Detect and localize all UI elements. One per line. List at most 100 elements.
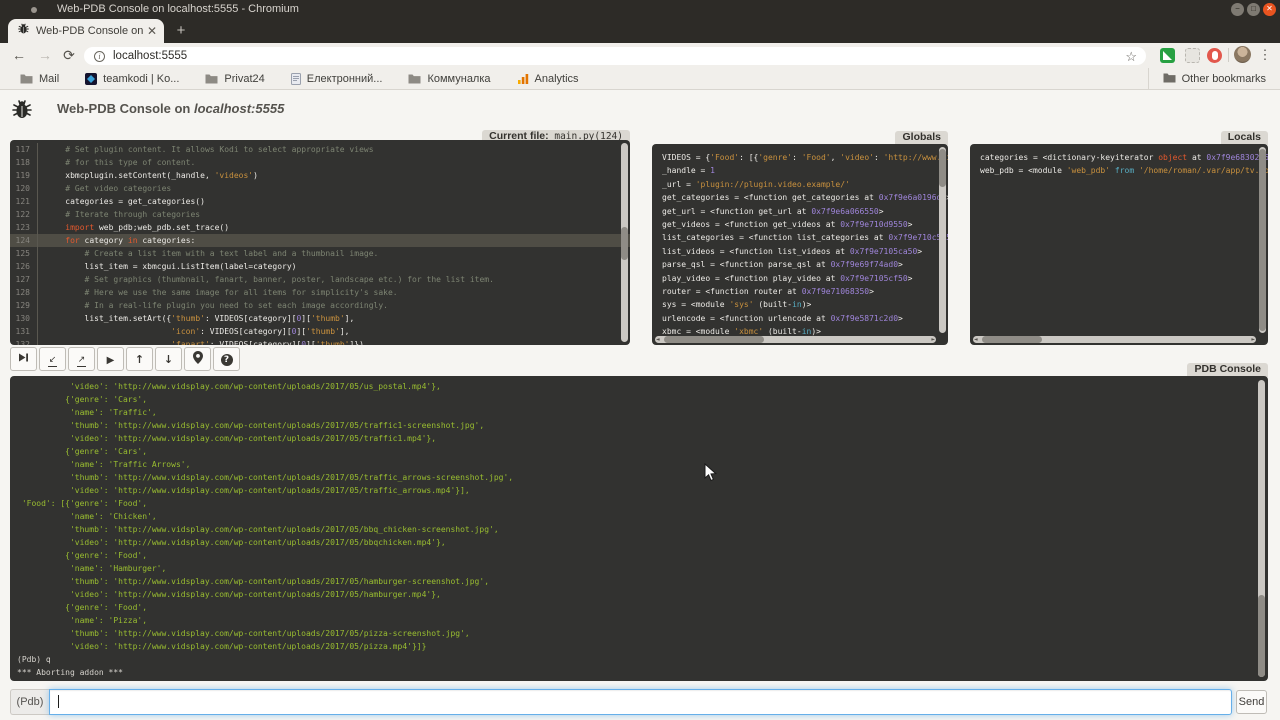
tab-title: Web-PDB Console on loca	[36, 25, 147, 37]
help-button[interactable]: ?	[213, 347, 240, 371]
return-button[interactable]: ↗	[68, 347, 95, 371]
other-bookmarks-button[interactable]: Other bookmarks	[1148, 68, 1266, 89]
console-line: 'Food': [{'genre': 'Food',	[17, 497, 1268, 510]
maximize-icon[interactable]: □	[1247, 3, 1260, 16]
variable-line: sys = <module 'sys' (built-in)>	[662, 298, 948, 311]
send-button[interactable]: Send	[1236, 690, 1267, 714]
play-icon: ▶	[107, 353, 115, 366]
step-into-icon: ↙	[48, 352, 58, 367]
continue-button[interactable]: ▶	[97, 347, 124, 371]
scrollbar-thumb[interactable]	[982, 336, 1042, 343]
bookmark-items: Mail teamkodi | Ko... Privat24 Електронний.…	[20, 73, 605, 85]
mouse-cursor	[704, 463, 717, 487]
locals-horizontal-scrollbar[interactable]: ◄ ►	[973, 336, 1256, 343]
bookmarks-bar: Mail teamkodi | Ko... Privat24 Електронний.…	[0, 68, 1280, 90]
scroll-right-icon[interactable]: ►	[931, 336, 935, 343]
console-line: 'name': 'Traffic Arrows',	[17, 458, 1268, 471]
extension-red-icon[interactable]	[1207, 48, 1222, 63]
bookmark-label: Електронний...	[307, 73, 383, 85]
down-button[interactable]: ↓	[155, 347, 182, 371]
console-line: 'video': 'http://www.vidsplay.com/wp-con…	[17, 484, 1268, 497]
tab-strip: Web-PDB Console on loca ✕ +	[0, 19, 1280, 43]
console-line: 'video': 'http://www.vidsplay.com/wp-con…	[17, 380, 1268, 393]
code-line: 118 # for this type of content.	[10, 156, 630, 169]
bookmark-item[interactable]: Mail	[20, 73, 59, 85]
site-info-icon[interactable]: i	[94, 51, 105, 62]
browser-tab[interactable]: Web-PDB Console on loca ✕	[8, 19, 164, 43]
bookmark-item[interactable]: Електронний...	[291, 73, 383, 85]
code-vertical-scrollbar[interactable]	[621, 143, 628, 342]
question-icon: ?	[221, 352, 233, 366]
step-button[interactable]: ↙	[39, 347, 66, 371]
globals-horizontal-scrollbar[interactable]: ◄ ►	[655, 336, 936, 343]
bookmark-item[interactable]: teamkodi | Ko...	[85, 73, 179, 85]
minimize-icon[interactable]: −	[1231, 3, 1244, 16]
extension-gray-icon[interactable]	[1185, 48, 1200, 63]
command-row: (Pdb) Send	[0, 689, 1280, 717]
code-line: 127 # Set graphics (thumbnail, fanart, b…	[10, 273, 630, 286]
where-button[interactable]	[184, 347, 211, 371]
console-vertical-scrollbar[interactable]	[1258, 380, 1265, 677]
console-line: 'video': 'http://www.vidsplay.com/wp-con…	[17, 640, 1268, 653]
locals-lines: categories = <dictionary-keyiterator obj…	[970, 144, 1268, 178]
scroll-left-icon[interactable]: ◄	[974, 336, 978, 343]
globals-panel: Globals VIDEOS = {'Food': [{'genre': 'Fo…	[652, 144, 948, 345]
up-button[interactable]: ↑	[126, 347, 153, 371]
console-line: 'name': 'Pizza',	[17, 614, 1268, 627]
globals-vertical-scrollbar[interactable]	[939, 147, 946, 333]
scrollbar-thumb[interactable]	[621, 227, 628, 261]
forward-icon[interactable]: →	[36, 46, 54, 64]
bookmark-star-icon[interactable]: ☆	[1125, 50, 1137, 63]
close-icon[interactable]: ✕	[1263, 3, 1276, 16]
code-line: 132 'fanart': VIDEOS[category][0]['thumb…	[10, 338, 630, 345]
bookmark-item[interactable]: Analytics	[517, 73, 579, 85]
scroll-right-icon[interactable]: ►	[1251, 336, 1255, 343]
scrollbar-thumb[interactable]	[664, 336, 764, 343]
bookmark-label: Privat24	[224, 73, 264, 85]
scrollbar-thumb[interactable]	[939, 149, 946, 187]
console-line: 'thumb': 'http://www.vidsplay.com/wp-con…	[17, 419, 1268, 432]
bookmark-item[interactable]: Коммуналка	[408, 73, 490, 85]
console-line: {'genre': 'Food',	[17, 549, 1268, 562]
console-line: {'genre': 'Cars',	[17, 393, 1268, 406]
new-tab-button[interactable]: +	[172, 22, 190, 40]
window-titlebar: Web-PDB Console on localhost:5555 - Chro…	[0, 0, 1280, 19]
variable-line: get_videos = <function get_videos at 0x7…	[662, 218, 948, 231]
bookmark-item[interactable]: Privat24	[205, 73, 264, 85]
text-caret	[58, 695, 59, 708]
variable-line: urlencode = <function urlencode at 0x7f9…	[662, 312, 948, 325]
code-line: 121 categories = get_categories()	[10, 195, 630, 208]
variable-line: web_pdb = <module 'web_pdb' from '/home/…	[980, 164, 1268, 177]
next-button[interactable]	[10, 347, 37, 371]
console-line: 'name': 'Hamburger',	[17, 562, 1268, 575]
browser-menu-icon[interactable]: ⋮	[1258, 46, 1272, 64]
profile-avatar[interactable]	[1234, 46, 1251, 63]
extension-green-icon[interactable]	[1160, 48, 1175, 63]
back-icon[interactable]: ←	[10, 46, 28, 64]
arrow-up-icon: ↑	[135, 353, 144, 366]
bookmark-label: teamkodi | Ko...	[103, 73, 179, 85]
pdb-command-input[interactable]	[49, 689, 1232, 715]
analytics-icon	[517, 73, 529, 85]
code-line: 125 # Create a list item with a text lab…	[10, 247, 630, 260]
screen: Web-PDB Console on localhost:5555 - Chro…	[0, 0, 1280, 720]
code-line: 123 import web_pdb;web_pdb.set_trace()	[10, 221, 630, 234]
scrollbar-thumb[interactable]	[1258, 595, 1265, 677]
doc-icon	[291, 73, 301, 85]
url-bar[interactable]: i localhost:5555 ☆	[84, 47, 1146, 65]
scrollbar-thumb[interactable]	[1259, 149, 1266, 331]
globals-label: Globals	[895, 131, 948, 145]
tab-close-icon[interactable]: ✕	[147, 25, 157, 37]
scroll-left-icon[interactable]: ◄	[656, 336, 660, 343]
page-title: Web-PDB Console on localhost:5555	[57, 101, 284, 116]
code-line: 131 'icon': VIDEOS[category][0]['thumb']…	[10, 325, 630, 338]
code-view: 117 # Set plugin content. It allows Kodi…	[10, 140, 630, 345]
variable-line: get_categories = <function get_categorie…	[662, 191, 948, 204]
bookmark-label: Mail	[39, 73, 59, 85]
locals-vertical-scrollbar[interactable]	[1259, 147, 1266, 333]
pdb-console-panel: PDB Console 'video': 'http://www.vidspla…	[10, 376, 1268, 681]
code-line: 124 for category in categories:	[10, 234, 630, 247]
locals-label: Locals	[1221, 131, 1268, 145]
variable-line: router = <function router at 0x7f9e71068…	[662, 285, 948, 298]
reload-icon[interactable]: ⟳	[60, 46, 78, 64]
